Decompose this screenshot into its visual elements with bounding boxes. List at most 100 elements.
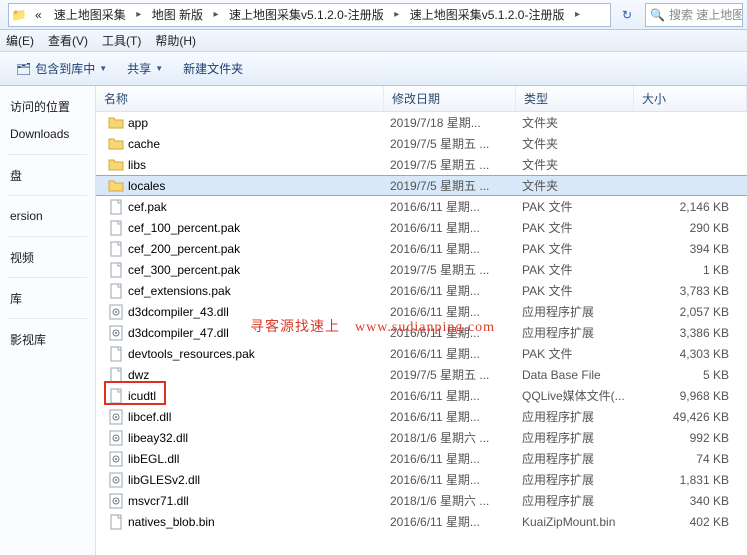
file-row[interactable]: natives_blob.bin2016/6/11 星期...KuaiZipMo… <box>96 511 747 532</box>
column-name[interactable]: 名称 <box>96 86 384 111</box>
file-row[interactable]: cef_extensions.pak2016/6/11 星期...PAK 文件3… <box>96 280 747 301</box>
chevron-down-icon: ▼ <box>99 57 107 81</box>
new-folder-button[interactable]: 新建文件夹 <box>175 57 251 81</box>
file-row[interactable]: cef_100_percent.pak 2016/6/11 星期...PAK 文件… <box>96 217 747 238</box>
file-size: 290 KB <box>640 221 747 235</box>
file-row[interactable]: libcef.dll2016/6/11 星期...应用程序扩展49,426 KB <box>96 406 747 427</box>
crumb[interactable]: 速上地图采集 <box>48 2 132 28</box>
file-row[interactable]: d3dcompiler_47.dll 2016/6/11 星期...应用程序扩展3… <box>96 322 747 343</box>
file-row[interactable]: libGLESv2.dll2016/6/11 星期...应用程序扩展1,831 … <box>96 469 747 490</box>
sidebar-item[interactable]: 库 <box>0 284 95 312</box>
file-row[interactable]: libeay32.dll2018/1/6 星期六 ...应用程序扩展992 KB <box>96 427 747 448</box>
file-date: 2016/6/11 星期... <box>390 282 522 299</box>
file-size: 402 KB <box>640 515 747 529</box>
file-date: 2016/6/11 星期... <box>390 408 522 425</box>
menu-tools[interactable]: 工具(T) <box>102 32 141 49</box>
crumb[interactable]: 速上地图采集v5.1.2.0-注册版 <box>223 2 390 28</box>
file-row[interactable]: icudtl2016/6/11 星期...QQLive媒体文件(...9,968… <box>96 385 747 406</box>
refresh-icon[interactable]: ↻ <box>615 8 639 22</box>
column-date[interactable]: 修改日期 <box>384 86 516 111</box>
file-pane: 名称 修改日期 类型 大小 app2019/7/18 星期...文件夹cache… <box>96 86 747 555</box>
sidebar-item[interactable]: 影视库 <box>0 325 95 353</box>
folder-icon <box>108 115 124 131</box>
file-date: 2019/7/5 星期五 ... <box>390 366 522 383</box>
file-row[interactable]: d3dcompiler_43.dll2016/6/11 星期...应用程序扩展2… <box>96 301 747 322</box>
file-name: cef_extensions.pak <box>128 284 231 298</box>
file-date: 2016/6/11 星期... <box>390 324 522 341</box>
file-row[interactable]: cef_300_percent.pak2019/7/5 星期五 ...PAK 文… <box>96 259 747 280</box>
file-type: PAK 文件 <box>522 198 640 215</box>
sidebar-item[interactable]: 视频 <box>0 243 95 271</box>
file-name: app <box>128 116 148 130</box>
crumb[interactable]: 地图 新版 <box>146 2 209 28</box>
file-row[interactable]: devtools_resources.pak2016/6/11 星期...PAK… <box>96 343 747 364</box>
folder-glyph-icon: 📁 <box>9 8 29 22</box>
file-name: d3dcompiler_47.dll <box>128 326 229 340</box>
file-icon <box>108 346 124 362</box>
crumb[interactable]: « <box>29 2 48 28</box>
column-size[interactable]: 大小 <box>634 86 747 111</box>
file-name: cef_100_percent.pak <box>128 221 240 235</box>
file-row[interactable]: cef.pak2016/6/11 星期...PAK 文件2,146 KB <box>96 196 747 217</box>
file-row[interactable]: libs2019/7/5 星期五 ...文件夹 <box>96 154 747 175</box>
dll-icon <box>108 304 124 320</box>
file-size: 3,386 KB <box>640 326 747 340</box>
chevron-down-icon: ▼ <box>155 57 163 81</box>
file-date: 2019/7/18 星期... <box>390 114 522 131</box>
file-size: 992 KB <box>640 431 747 445</box>
folder-icon <box>108 157 124 173</box>
file-type: PAK 文件 <box>522 219 640 236</box>
file-type: 文件夹 <box>522 135 640 152</box>
file-date: 2019/7/5 星期五 ... <box>390 156 522 173</box>
file-type: Data Base File <box>522 368 640 382</box>
chevron-right-icon[interactable]: ▸ <box>570 9 584 20</box>
menu-view[interactable]: 查看(V) <box>48 32 88 49</box>
file-row[interactable]: app 2019/7/18 星期...文件夹 <box>96 112 747 133</box>
sidebar-item[interactable]: 盘 <box>0 161 95 189</box>
menu-edit[interactable]: 编(E) <box>6 32 34 49</box>
file-row[interactable]: locales2019/7/5 星期五 ...文件夹 <box>96 175 747 196</box>
file-name: locales <box>128 179 165 193</box>
file-row[interactable]: cache2019/7/5 星期五 ...文件夹 <box>96 133 747 154</box>
file-size: 5 KB <box>640 368 747 382</box>
file-row[interactable]: msvcr71.dll2018/1/6 星期六 ...应用程序扩展340 KB <box>96 490 747 511</box>
file-date: 2016/6/11 星期... <box>390 471 522 488</box>
file-type: 应用程序扩展 <box>522 324 640 341</box>
sidebar-item[interactable]: Downloads <box>0 120 95 148</box>
file-type: 应用程序扩展 <box>522 492 640 509</box>
file-name: libcef.dll <box>128 410 171 424</box>
share-button[interactable]: 共享 ▼ <box>119 57 171 81</box>
breadcrumb[interactable]: 📁 « 速上地图采集 ▸ 地图 新版 ▸ 速上地图采集v5.1.2.0-注册版 … <box>8 3 611 27</box>
sidebar-item[interactable]: 访问的位置 <box>0 92 95 120</box>
file-name: cef_300_percent.pak <box>128 263 240 277</box>
folder-icon <box>108 178 124 194</box>
column-type[interactable]: 类型 <box>516 86 634 111</box>
search-input[interactable]: 🔍 搜索 速上地图 <box>645 3 743 27</box>
file-size: 3,783 KB <box>640 284 747 298</box>
file-date: 2019/7/5 星期五 ... <box>390 135 522 152</box>
crumb[interactable]: 速上地图采集v5.1.2.0-注册版 <box>404 2 571 28</box>
menu-help[interactable]: 帮助(H) <box>155 32 196 49</box>
file-row[interactable]: libEGL.dll2016/6/11 星期...应用程序扩展74 KB <box>96 448 747 469</box>
dll-icon <box>108 472 124 488</box>
file-type: 文件夹 <box>522 114 640 131</box>
sidebar-item[interactable]: ersion <box>0 202 95 230</box>
file-name: libGLESv2.dll <box>128 473 200 487</box>
file-icon <box>108 262 124 278</box>
include-in-library-button[interactable]: 🗂 包含到库中 ▼ <box>8 57 115 81</box>
file-type: 应用程序扩展 <box>522 303 640 320</box>
file-date: 2018/1/6 星期六 ... <box>390 429 522 446</box>
chevron-right-icon[interactable]: ▸ <box>390 9 404 20</box>
file-name: icudtl <box>128 389 156 403</box>
file-name: libs <box>128 158 146 172</box>
file-list[interactable]: app2019/7/18 星期...文件夹cache2019/7/5 星期五 .… <box>96 112 747 555</box>
file-date: 2016/6/11 星期... <box>390 219 522 236</box>
chevron-right-icon[interactable]: ▸ <box>209 9 223 20</box>
file-row[interactable]: dwz 2019/7/5 星期五 ...Data Base File5 KB <box>96 364 747 385</box>
file-date: 2016/6/11 星期... <box>390 513 522 530</box>
file-row[interactable]: cef_200_percent.pak2016/6/11 星期...PAK 文件… <box>96 238 747 259</box>
file-name: dwz <box>128 368 149 382</box>
folder-icon <box>108 136 124 152</box>
file-name: cef_200_percent.pak <box>128 242 240 256</box>
chevron-right-icon[interactable]: ▸ <box>132 9 146 20</box>
